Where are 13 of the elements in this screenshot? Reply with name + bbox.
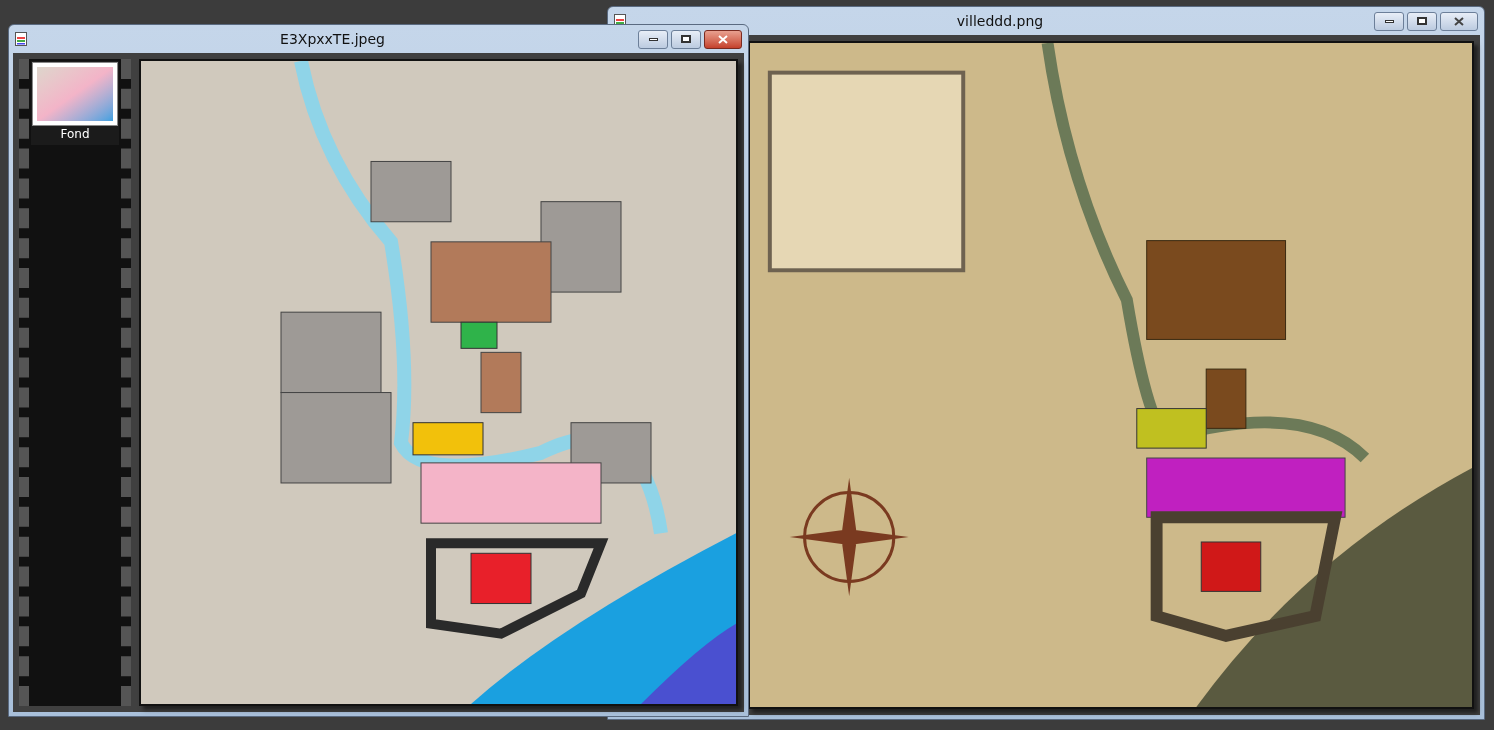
document-icon xyxy=(15,32,27,46)
close-button[interactable] xyxy=(1440,11,1478,31)
close-icon xyxy=(718,34,728,44)
minimize-button[interactable] xyxy=(638,29,668,49)
close-button[interactable] xyxy=(704,29,742,49)
thumbnail[interactable]: Fond xyxy=(31,61,119,145)
thumbnail-label: Fond xyxy=(60,126,90,143)
minimize-button[interactable] xyxy=(1374,11,1404,31)
close-icon xyxy=(1454,16,1464,26)
maximize-button[interactable] xyxy=(1407,11,1437,31)
window-title: villeddd.png xyxy=(955,11,1045,31)
window-title: E3XpxxTE.jpeg xyxy=(279,29,386,49)
maximize-button[interactable] xyxy=(671,29,701,49)
